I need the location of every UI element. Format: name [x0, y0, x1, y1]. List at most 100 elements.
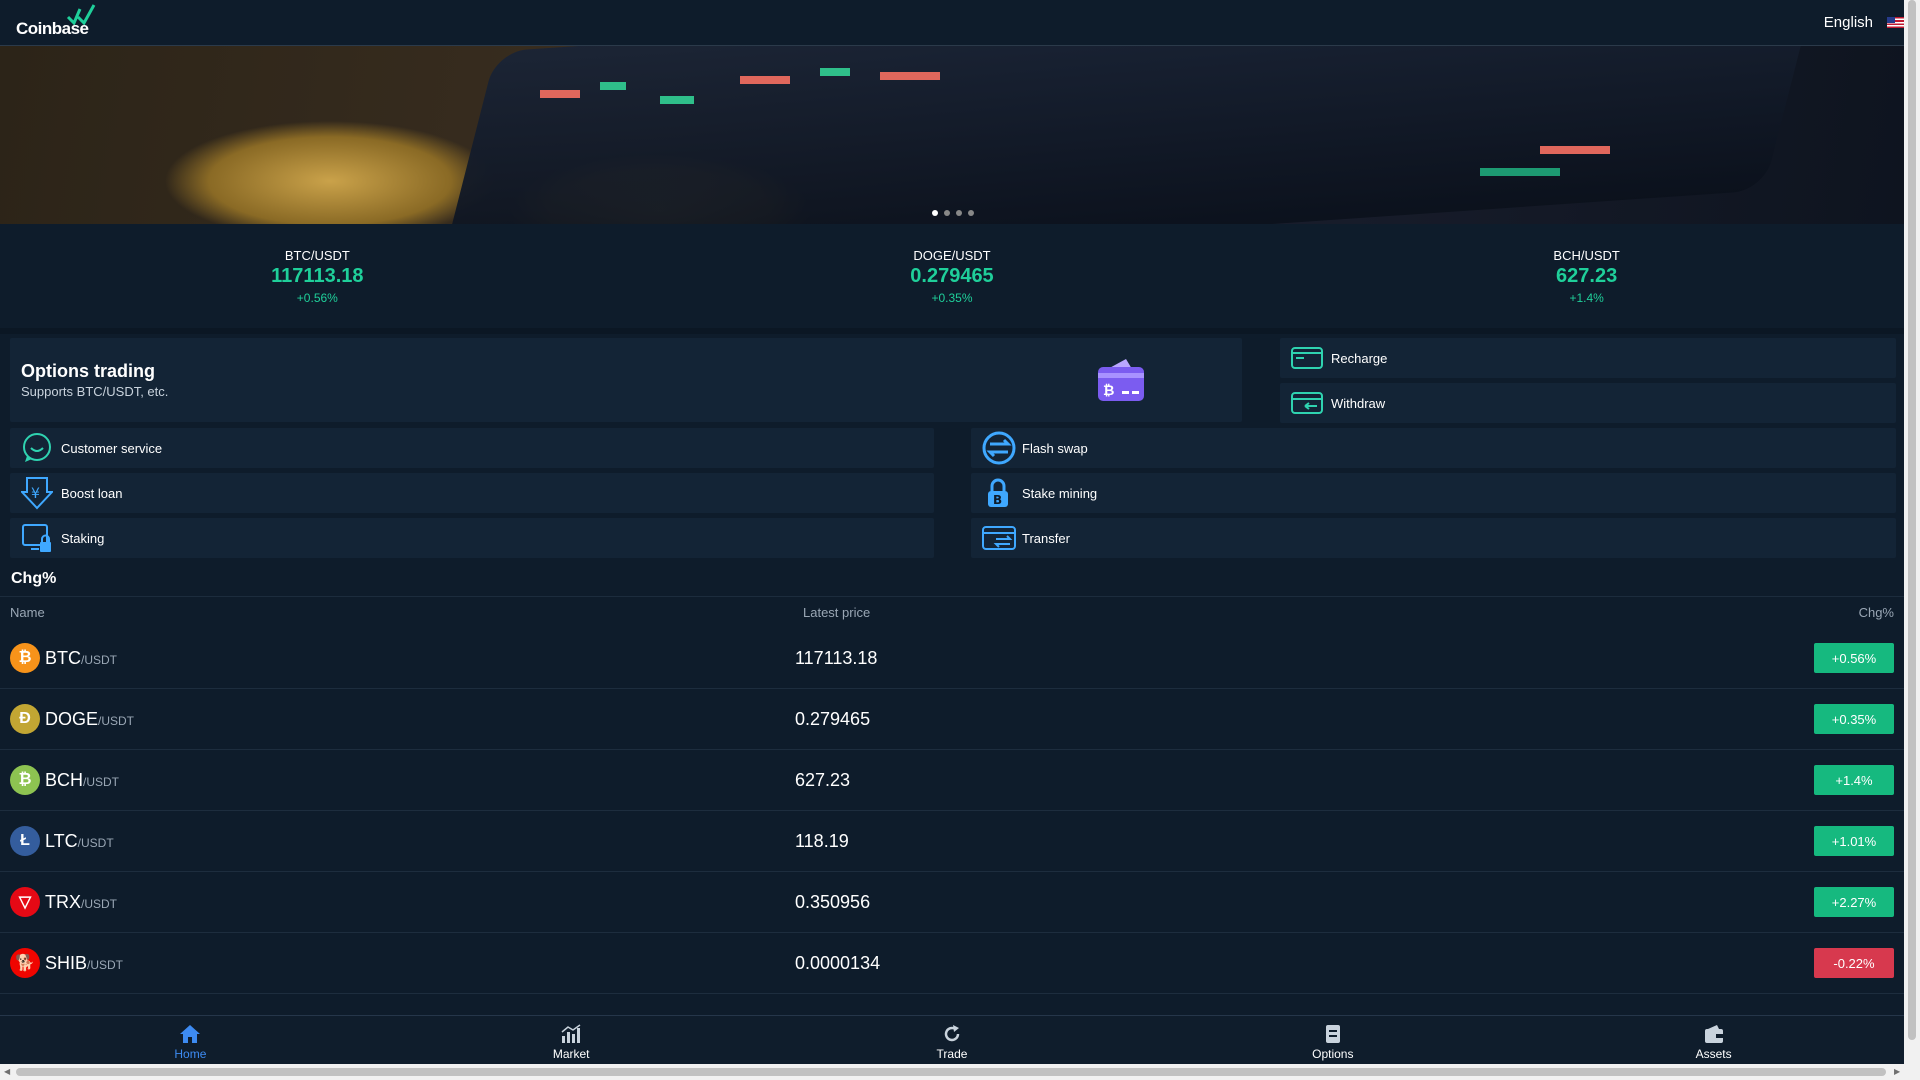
- market-quote: /USDT: [81, 896, 117, 911]
- market-change-badge[interactable]: +1.01%: [1814, 826, 1894, 856]
- market-price: 627.23: [795, 769, 851, 790]
- market-symbol: TRX: [45, 891, 81, 912]
- horizontal-scrollbar[interactable]: ◀ ▶: [0, 1064, 1920, 1080]
- scroll-right-arrow-icon[interactable]: ▶: [1894, 1067, 1900, 1076]
- banner-dot[interactable]: [968, 210, 974, 216]
- boost-loan-label: Boost loan: [61, 485, 123, 501]
- market-change-badge[interactable]: +0.35%: [1814, 704, 1894, 734]
- chat-bubble-icon: [23, 433, 51, 462]
- market-symbol: LTC: [45, 830, 78, 851]
- market-row-shib[interactable]: 🐕 SHIB/USDT 0.0000134 -0.22%: [0, 933, 1904, 994]
- banner-dot[interactable]: [956, 210, 962, 216]
- market-quote: /USDT: [81, 652, 117, 667]
- market-quote: /USDT: [77, 835, 114, 850]
- market-symbol: SHIB: [45, 952, 88, 973]
- ticker-change: +0.35%: [931, 290, 973, 305]
- col-name-header: Name: [10, 605, 45, 620]
- ticker-item-btc[interactable]: BTC/USDT 117113.18 +0.56%: [167, 248, 467, 305]
- stake-mining-label: Stake mining: [1022, 485, 1098, 501]
- svg-text:¥: ¥: [31, 486, 40, 502]
- market-price: 0.279465: [795, 708, 871, 729]
- banner-dot[interactable]: [944, 210, 950, 216]
- language-label: English: [1823, 14, 1873, 31]
- yen-down-icon: ¥: [21, 477, 53, 510]
- market-price: 117113.18: [795, 647, 878, 668]
- svg-text:₿: ₿: [1103, 383, 1114, 399]
- scroll-left-arrow-icon[interactable]: ◀: [4, 1067, 10, 1076]
- market-symbol: DOGE: [45, 708, 99, 729]
- nav-market[interactable]: Market: [381, 1016, 762, 1064]
- market-change-badge[interactable]: +0.56%: [1814, 643, 1894, 673]
- banner-pagination[interactable]: [932, 210, 974, 216]
- market-change-badge[interactable]: +1.4%: [1814, 765, 1894, 795]
- banner-candle: [1480, 168, 1560, 176]
- nav-home[interactable]: Home: [0, 1016, 381, 1064]
- banner-candle: [880, 72, 940, 80]
- ltc-coin-icon: Ł: [10, 826, 40, 856]
- market-pair: BCH/USDT: [45, 770, 119, 791]
- nav-trade-label: Trade: [936, 1046, 968, 1061]
- flash-swap-button[interactable]: Flash swap: [971, 428, 1896, 468]
- col-price-header: Latest price: [803, 605, 871, 620]
- app-page: Coinbase English BTC/USDT 117113.18 +0.5…: [0, 0, 1904, 1064]
- nav-assets[interactable]: Assets: [1523, 1016, 1904, 1064]
- home-icon: [180, 1024, 201, 1043]
- transfer-button[interactable]: Transfer: [971, 518, 1896, 558]
- market-price: 0.350956: [795, 891, 871, 912]
- market-row-doge[interactable]: Ð DOGE/USDT 0.279465 +0.35%: [0, 689, 1904, 750]
- nav-assets-label: Assets: [1695, 1046, 1732, 1061]
- promo-banner[interactable]: [0, 46, 1904, 224]
- bch-coin-icon: ₿: [10, 765, 40, 795]
- banner-phone-image: [437, 46, 1823, 224]
- market-section-title: Chg%: [0, 562, 1904, 597]
- language-selector[interactable]: English: [1824, 14, 1904, 31]
- recharge-card-icon: [1291, 347, 1323, 369]
- nav-market-label: Market: [552, 1046, 590, 1061]
- customer-service-button[interactable]: Customer service: [10, 428, 934, 468]
- ticker-price: 117113.18: [271, 264, 364, 287]
- bottom-nav: Home Market Trade Options Assets: [0, 1015, 1904, 1064]
- stake-mining-button[interactable]: B Stake mining: [971, 473, 1896, 513]
- nav-options[interactable]: Options: [1142, 1016, 1523, 1064]
- banner-candle: [820, 68, 850, 76]
- market-row-btc[interactable]: ₿ BTC/USDT 117113.18 +0.56%: [0, 628, 1904, 689]
- options-trading-text: Options trading Supports BTC/USDT, etc.: [21, 361, 168, 399]
- recharge-button[interactable]: Recharge: [1280, 338, 1896, 378]
- market-price: 118.19: [795, 830, 849, 851]
- brand-logo[interactable]: Coinbase: [16, 3, 96, 39]
- vertical-scroll-thumb[interactable]: [1908, 0, 1916, 1040]
- vertical-scrollbar[interactable]: [1904, 0, 1920, 1064]
- nav-options-label: Options: [1312, 1046, 1354, 1061]
- banner-candle: [740, 76, 790, 84]
- staking-button[interactable]: Staking: [10, 518, 934, 558]
- market-price: 0.0000134: [795, 952, 881, 973]
- col-chg-header: Chg%: [1858, 605, 1894, 620]
- bar-chart-icon: [561, 1023, 581, 1043]
- market-pair: BTC/USDT: [45, 648, 117, 669]
- options-trading-card[interactable]: Options trading Supports BTC/USDT, etc. …: [10, 338, 1242, 422]
- flash-swap-label: Flash swap: [1022, 440, 1088, 456]
- nav-trade[interactable]: Trade: [762, 1016, 1143, 1064]
- banner-dot[interactable]: [932, 210, 938, 216]
- market-row-bch[interactable]: ₿ BCH/USDT 627.23 +1.4%: [0, 750, 1904, 811]
- market-change-badge[interactable]: +2.27%: [1814, 887, 1894, 917]
- market-pair: LTC/USDT: [45, 831, 114, 852]
- market-pair: DOGE/USDT: [45, 709, 134, 730]
- ticker-item-bch[interactable]: BCH/USDT 627.23 +1.4%: [1437, 248, 1737, 305]
- market-row-ltc[interactable]: Ł LTC/USDT 118.19 +1.01%: [0, 811, 1904, 872]
- banner-candle: [540, 90, 580, 98]
- wallet-icon: [1704, 1024, 1723, 1043]
- ticker-pair: DOGE/USDT: [913, 247, 991, 263]
- market-change-badge[interactable]: -0.22%: [1814, 948, 1894, 978]
- market-row-trx[interactable]: ▽ TRX/USDT 0.350956 +2.27%: [0, 872, 1904, 933]
- market-table-header: Name Latest price Chg%: [0, 597, 1904, 628]
- boost-loan-button[interactable]: ¥ Boost loan: [10, 473, 934, 513]
- withdraw-label: Withdraw: [1331, 395, 1386, 411]
- top-header: Coinbase English: [0, 0, 1904, 46]
- ticker-item-doge[interactable]: DOGE/USDT 0.279465 +0.35%: [802, 248, 1102, 305]
- ticker-price: 0.279465: [910, 264, 994, 287]
- btc-coin-icon: ₿: [10, 643, 40, 673]
- market-pair: SHIB/USDT: [45, 953, 123, 974]
- withdraw-button[interactable]: Withdraw: [1280, 383, 1896, 423]
- horizontal-scroll-thumb[interactable]: [16, 1068, 1886, 1076]
